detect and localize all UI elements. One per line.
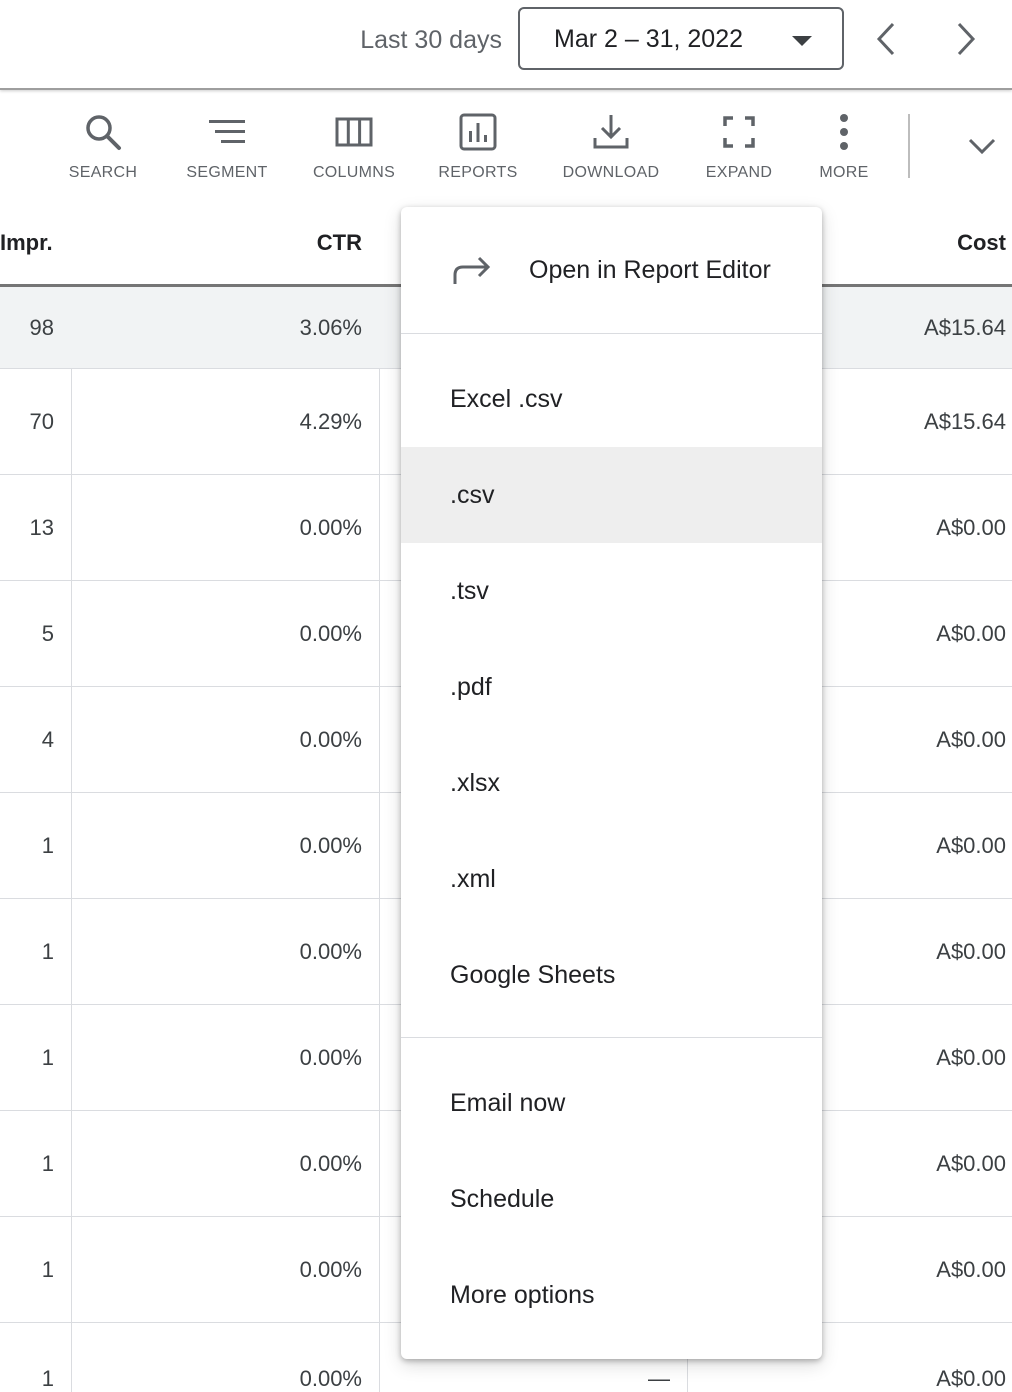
cell-impr: 13 bbox=[29, 514, 54, 540]
chevron-down-icon bbox=[968, 138, 996, 155]
date-range-value: Mar 2 – 31, 2022 bbox=[554, 25, 744, 53]
segment-button[interactable]: SEGMENT bbox=[177, 90, 277, 202]
cell-ctr: 0.00% bbox=[299, 726, 362, 752]
cell-ctr: 0.00% bbox=[299, 938, 362, 964]
menu-item-csv[interactable]: .csv bbox=[401, 447, 822, 543]
columns-icon bbox=[335, 117, 373, 147]
open-in-report-editor-item[interactable]: Open in Report Editor bbox=[401, 207, 822, 333]
header-ctr[interactable]: CTR bbox=[72, 202, 380, 284]
cell-impr: 1 bbox=[41, 1150, 54, 1176]
search-icon bbox=[86, 115, 121, 150]
cell-impr: 98 bbox=[29, 314, 54, 340]
toolbar-divider bbox=[908, 114, 910, 178]
cell-impr: 1 bbox=[41, 938, 54, 964]
menu-item-excel-csv[interactable]: Excel .csv bbox=[401, 351, 822, 447]
reports-label: REPORTS bbox=[438, 164, 518, 181]
cell-ctr: 0.00% bbox=[299, 1256, 362, 1282]
date-range-bar: Last 30 days Mar 2 – 31, 2022 bbox=[0, 0, 1012, 90]
segment-label: SEGMENT bbox=[186, 164, 268, 181]
collapse-toolbar-button[interactable] bbox=[960, 124, 1004, 168]
menu-item-pdf[interactable]: .pdf bbox=[401, 639, 822, 735]
menu-item-xml[interactable]: .xml bbox=[401, 831, 822, 927]
more-vert-icon bbox=[840, 114, 848, 150]
more-label: MORE bbox=[819, 164, 869, 181]
columns-button[interactable]: COLUMNS bbox=[304, 90, 404, 202]
download-icon bbox=[593, 115, 629, 149]
columns-label: COLUMNS bbox=[312, 164, 396, 181]
search-button[interactable]: SEARCH bbox=[52, 90, 154, 202]
expand-icon bbox=[723, 116, 755, 148]
menu-divider bbox=[401, 333, 822, 334]
share-arrow-icon bbox=[453, 256, 491, 284]
cell-impr: 1 bbox=[41, 1044, 54, 1070]
menu-item-xlsx[interactable]: .xlsx bbox=[401, 735, 822, 831]
cell-ctr: 0.00% bbox=[299, 1366, 362, 1391]
menu-item-google-sheets[interactable]: Google Sheets bbox=[401, 927, 822, 1023]
menu-item-email-now[interactable]: Email now bbox=[401, 1055, 822, 1151]
menu-item-tsv[interactable]: .tsv bbox=[401, 543, 822, 639]
cell-ctr: 0.00% bbox=[299, 514, 362, 540]
cell-ctr: 0.00% bbox=[299, 620, 362, 646]
cell-impr: 1 bbox=[41, 1366, 54, 1391]
search-label: SEARCH bbox=[68, 164, 138, 181]
cell-impr: 1 bbox=[41, 832, 54, 858]
cell-impr: 1 bbox=[41, 1256, 54, 1282]
menu-item-more-options[interactable]: More options bbox=[401, 1247, 822, 1343]
header-impr[interactable]: Impr. bbox=[0, 202, 71, 284]
more-button[interactable]: MORE bbox=[806, 90, 882, 202]
table-toolbar: SEARCH SEGMENT COLUMNS REPORTS DOWNLOAD … bbox=[0, 90, 1012, 202]
chevron-right-icon bbox=[957, 22, 976, 56]
reports-button[interactable]: REPORTS bbox=[430, 90, 526, 202]
download-button[interactable]: DOWNLOAD bbox=[552, 90, 670, 202]
date-range-select[interactable]: Mar 2 – 31, 2022 bbox=[518, 7, 844, 70]
cell-impr: 4 bbox=[41, 726, 54, 752]
next-period-button[interactable] bbox=[942, 14, 992, 64]
expand-button[interactable]: EXPAND bbox=[694, 90, 784, 202]
cell-ctr: 0.00% bbox=[299, 1150, 362, 1176]
dropdown-arrow-icon bbox=[792, 36, 812, 46]
chevron-left-icon bbox=[876, 22, 895, 56]
date-range-label: Last 30 days bbox=[360, 26, 502, 54]
download-menu: Open in Report Editor Excel .csv .csv .t… bbox=[401, 207, 822, 1359]
cell-ctr: 3.06% bbox=[299, 314, 362, 340]
menu-divider bbox=[401, 1037, 822, 1038]
open-in-report-editor-label: Open in Report Editor bbox=[529, 255, 771, 284]
segment-icon bbox=[209, 120, 245, 143]
download-label: DOWNLOAD bbox=[562, 164, 660, 181]
expand-label: EXPAND bbox=[705, 164, 773, 181]
cell-ctr: 0.00% bbox=[299, 832, 362, 858]
cell-ctr: 4.29% bbox=[299, 408, 362, 434]
cell-impr: 70 bbox=[29, 408, 54, 434]
cell-impr: 5 bbox=[41, 620, 54, 646]
menu-item-schedule[interactable]: Schedule bbox=[401, 1151, 822, 1247]
cell-ctr: 0.00% bbox=[299, 1044, 362, 1070]
reports-icon bbox=[459, 113, 497, 151]
previous-period-button[interactable] bbox=[862, 14, 912, 64]
